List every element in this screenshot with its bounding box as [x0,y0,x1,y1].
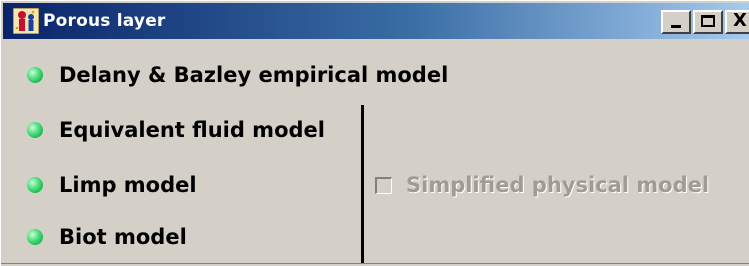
vertical-divider [361,105,364,263]
checkbox-label: Simplified physical model [406,173,710,197]
radio-label: Limp model [59,173,197,197]
app-icon [12,7,40,35]
porous-layer-window: Porous layer X Delany & Bazley empirical… [0,0,749,266]
checkbox-box[interactable] [375,176,392,194]
maximize-button[interactable] [693,10,723,34]
radio-indicator-icon[interactable] [27,67,43,83]
radio-label: Biot model [59,225,187,249]
minimize-button[interactable] [661,10,691,34]
radio-label: Delany & Bazley empirical model [59,63,449,87]
radio-indicator-icon[interactable] [27,122,43,138]
radio-label: Equivalent fluid model [59,118,325,142]
radio-biot[interactable]: Biot model [27,225,187,249]
title-bar[interactable]: Porous layer X [3,3,749,39]
close-button[interactable]: X [725,10,749,34]
radio-indicator-icon[interactable] [27,229,43,245]
radio-delany-bazley[interactable]: Delany & Bazley empirical model [27,63,448,87]
close-icon: X [733,10,747,31]
simplified-physical-model-checkbox[interactable]: Simplified physical model [375,173,709,197]
bottom-divider [1,263,749,264]
radio-equivalent-fluid[interactable]: Equivalent fluid model [27,118,325,142]
radio-indicator-icon[interactable] [27,177,43,193]
window-title: Porous layer [43,11,166,31]
title-bar-buttons: X [661,10,749,34]
radio-limp[interactable]: Limp model [27,173,197,197]
